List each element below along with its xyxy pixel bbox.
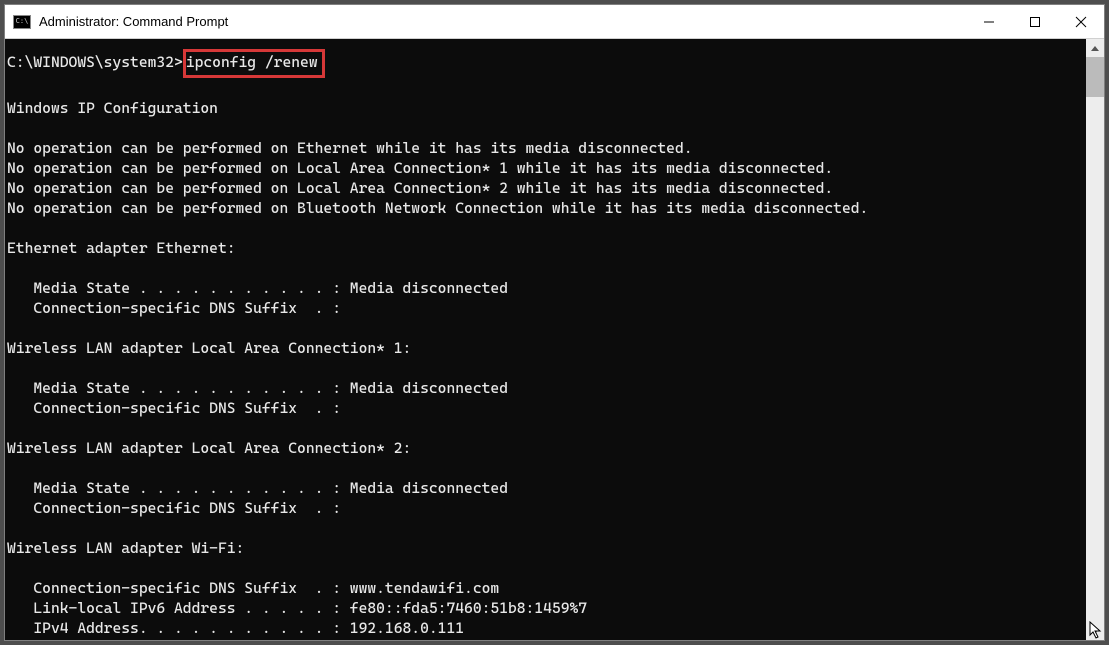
output-line: Media State . . . . . . . . . . . : Medi… — [7, 479, 508, 497]
output-line: Ethernet adapter Ethernet: — [7, 239, 236, 257]
maximize-icon — [1029, 16, 1041, 28]
output-line: Media State . . . . . . . . . . . : Medi… — [7, 379, 508, 397]
scroll-down-arrow[interactable] — [1086, 622, 1104, 640]
titlebar[interactable]: Administrator: Command Prompt — [5, 5, 1104, 39]
close-button[interactable] — [1058, 5, 1104, 38]
output-line: Link-local IPv6 Address . . . . . : fe80… — [7, 599, 587, 617]
output-line: No operation can be performed on Etherne… — [7, 139, 693, 157]
cmd-icon — [13, 15, 31, 29]
output-line: No operation can be performed on Local A… — [7, 159, 833, 177]
output-line: Media State . . . . . . . . . . . : Medi… — [7, 279, 508, 297]
close-icon — [1075, 16, 1087, 28]
maximize-button[interactable] — [1012, 5, 1058, 38]
output-line: Connection-specific DNS Suffix . : — [7, 399, 341, 417]
output-line: Connection-specific DNS Suffix . : www.t… — [7, 579, 499, 597]
output-line: IPv4 Address. . . . . . . . . . . : 192.… — [7, 619, 464, 637]
chevron-up-icon — [1091, 46, 1099, 51]
highlighted-command: ipconfig /renew — [183, 49, 325, 78]
command-prompt-window: Administrator: Command Prompt C:\WINDOWS… — [4, 4, 1105, 641]
output-line: Wireless LAN adapter Wi-Fi: — [7, 539, 244, 557]
output-line: No operation can be performed on Bluetoo… — [7, 199, 868, 217]
output-line: Connection-specific DNS Suffix . : — [7, 299, 341, 317]
terminal-container: C:\WINDOWS\system32>ipconfig /renew Wind… — [5, 39, 1104, 640]
output-line: Windows IP Configuration — [7, 99, 218, 117]
output-line: Connection-specific DNS Suffix . : — [7, 499, 341, 517]
chevron-down-icon — [1091, 629, 1099, 634]
output-line: Wireless LAN adapter Local Area Connecti… — [7, 339, 411, 357]
scroll-thumb[interactable] — [1086, 57, 1104, 97]
minimize-icon — [983, 16, 995, 28]
prompt-text: C:\WINDOWS\system32> — [7, 53, 183, 71]
minimize-button[interactable] — [966, 5, 1012, 38]
terminal-output[interactable]: C:\WINDOWS\system32>ipconfig /renew Wind… — [5, 39, 1086, 640]
window-controls — [966, 5, 1104, 38]
window-title: Administrator: Command Prompt — [39, 14, 966, 29]
command-text: ipconfig /renew — [186, 53, 318, 71]
scroll-up-arrow[interactable] — [1086, 39, 1104, 57]
output-line: Wireless LAN adapter Local Area Connecti… — [7, 439, 411, 457]
scroll-track[interactable] — [1086, 57, 1104, 622]
vertical-scrollbar[interactable] — [1086, 39, 1104, 640]
output-line: No operation can be performed on Local A… — [7, 179, 833, 197]
